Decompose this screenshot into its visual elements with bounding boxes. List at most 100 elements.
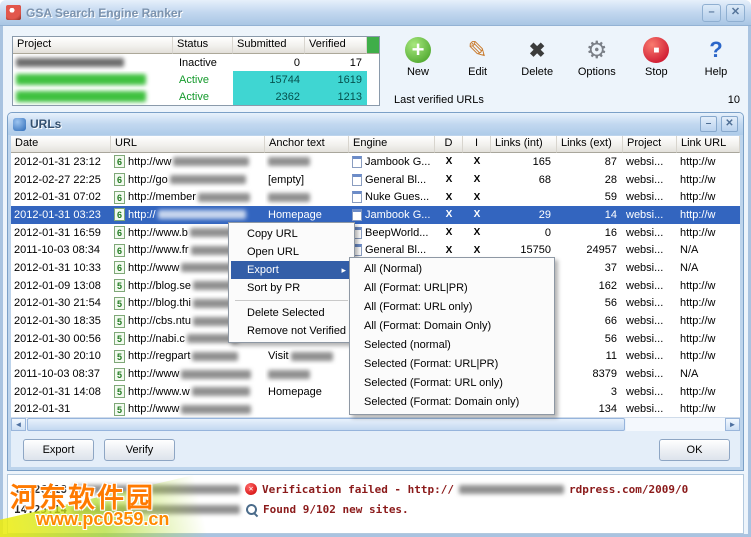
- links-internal: 29: [538, 208, 551, 221]
- url-date: 2012-01-31 07:02: [14, 191, 101, 204]
- options-button[interactable]: ⚙ Options: [573, 37, 621, 79]
- project-column-header-status[interactable]: Status: [173, 37, 233, 54]
- submenu-item-selected-format-domain-only[interactable]: Selected (Format: Domain only): [352, 393, 552, 412]
- engine-icon: [352, 208, 362, 221]
- delete-button[interactable]: ✖ Delete: [513, 37, 561, 79]
- column-header-engine[interactable]: Engine: [349, 136, 435, 153]
- submenu-item-selected-format-url-only[interactable]: Selected (Format: URL only): [352, 374, 552, 393]
- column-header-d[interactable]: D: [435, 136, 463, 153]
- row-project-name: websi...: [626, 368, 664, 381]
- project-row[interactable]: Active 15744 1619: [13, 71, 379, 88]
- url-date: 2012-01-31 10:33: [14, 261, 101, 274]
- submenu-item-all-format-url-only[interactable]: All (Format: URL only): [352, 298, 552, 317]
- submenu-item-selected-format-url-pr[interactable]: Selected (Format: URL|PR): [352, 355, 552, 374]
- pagerank-badge: 6: [114, 173, 125, 187]
- project-column-header-submitted[interactable]: Submitted: [233, 37, 305, 54]
- minimize-button[interactable]: –: [702, 3, 721, 22]
- engine-icon: [352, 155, 362, 168]
- column-header-links-int[interactable]: Links (int): [491, 136, 557, 153]
- url-text: http://go: [128, 173, 168, 186]
- edit-button[interactable]: ✎ Edit: [454, 37, 502, 79]
- export-button[interactable]: Export: [23, 439, 94, 461]
- column-header-project[interactable]: Project: [623, 136, 677, 153]
- ok-button[interactable]: OK: [659, 439, 730, 461]
- dofollow-flag: X: [445, 227, 453, 239]
- url-date: 2012-01-31 16:59: [14, 226, 101, 239]
- links-external: 56: [604, 297, 617, 310]
- menu-item-remove-not-verified[interactable]: Remove not Verified: [231, 322, 352, 340]
- url-value: 6 http://ww: [111, 153, 265, 171]
- urls-close-button[interactable]: ✕: [721, 116, 738, 132]
- row-project-name: websi...: [626, 173, 664, 186]
- links-external: 16: [604, 226, 617, 239]
- menu-item-open-url[interactable]: Open URL: [231, 243, 352, 261]
- column-header-url[interactable]: URL: [111, 136, 265, 153]
- scrollbar-track[interactable]: [626, 418, 725, 431]
- toolbar-button-label: Help: [704, 66, 728, 78]
- project-column-header-project[interactable]: Project: [13, 37, 173, 54]
- log-message: Found 9/102 new sites.: [262, 502, 409, 516]
- menu-item-copy-url[interactable]: Copy URL: [231, 225, 352, 243]
- stop-button[interactable]: ■ Stop: [632, 37, 680, 78]
- submenu-item-selected-normal[interactable]: Selected (normal): [352, 336, 552, 355]
- project-column-header-verified[interactable]: Verified: [305, 37, 367, 54]
- url-row[interactable]: 2012-01-31 07:02 6 http://member Nuke Gues.…: [11, 188, 740, 206]
- anchor-text: [265, 188, 349, 206]
- row-link-url: http://w: [680, 403, 716, 416]
- redacted-project-name: [16, 91, 146, 102]
- toolbar-button-label: New: [406, 66, 429, 78]
- row-link-url: http://w: [680, 385, 716, 398]
- row-project-name: websi...: [626, 315, 664, 328]
- scroll-left-button[interactable]: ◄: [11, 418, 26, 431]
- row-link-url: N/A: [680, 368, 699, 381]
- pagerank-badge: 6: [114, 208, 125, 222]
- url-row[interactable]: 2012-01-31 03:23 6 http:// Homepage Jambook …: [11, 206, 740, 224]
- url-row[interactable]: 2012-01-31 23:12 6 http://ww Jambook G... X X…: [11, 153, 740, 171]
- column-header-link-url[interactable]: Link URL: [677, 136, 740, 153]
- submenu-item-all-normal[interactable]: All (Normal): [352, 260, 552, 279]
- redacted-url: [157, 210, 246, 220]
- main-titlebar[interactable]: GSA Search Engine Ranker – ✕: [0, 0, 751, 26]
- project-submitted: 2362: [233, 88, 305, 105]
- scrollbar-thumb[interactable]: [27, 418, 625, 431]
- url-date: 2012-01-30 20:10: [14, 350, 101, 363]
- verify-button[interactable]: Verify: [104, 439, 175, 461]
- project-row[interactable]: Inactive 0 17: [13, 54, 379, 71]
- row-link-url: http://w: [680, 173, 716, 186]
- column-header-i[interactable]: I: [463, 136, 491, 153]
- links-external: 24957: [586, 244, 617, 257]
- export-submenu: All (Normal) All (Format: URL|PR) All (For…: [349, 257, 555, 415]
- menu-item-label: Delete Selected: [247, 307, 325, 319]
- search-icon: [245, 503, 258, 516]
- horizontal-scrollbar[interactable]: ◄ ►: [11, 417, 740, 431]
- url-text: http://www.w: [128, 385, 190, 398]
- url-row[interactable]: 2012-02-27 22:25 6 http://go [empty] General…: [11, 171, 740, 189]
- new-button[interactable]: + New: [394, 37, 442, 78]
- urls-minimize-button[interactable]: –: [700, 116, 717, 132]
- submenu-item-all-format-domain-only[interactable]: All (Format: Domain Only): [352, 317, 552, 336]
- log-message: Verification failed - http://: [261, 482, 455, 496]
- urls-titlebar[interactable]: URLs – ✕: [8, 113, 743, 135]
- indexed-flag: X: [473, 227, 481, 239]
- url-row[interactable]: 2012-01-31 16:59 6 http://www.b BeepWorld..…: [11, 224, 740, 242]
- column-header-anchor-text[interactable]: Anchor text: [265, 136, 349, 153]
- help-button[interactable]: ? Help: [692, 37, 740, 78]
- submenu-item-all-format-url-pr[interactable]: All (Format: URL|PR): [352, 279, 552, 298]
- project-row[interactable]: Active 2362 1213: [13, 88, 379, 105]
- anchor-text: [265, 401, 349, 417]
- url-text: http://blog.se: [128, 279, 191, 292]
- url-text: http://: [128, 208, 156, 221]
- column-header-date[interactable]: Date: [11, 136, 111, 153]
- engine-label: General Bl...: [365, 173, 427, 186]
- redacted-log-url: [459, 484, 565, 494]
- close-button[interactable]: ✕: [726, 3, 745, 22]
- menu-item-export[interactable]: Export ▸: [231, 261, 352, 279]
- column-header-links-ext[interactable]: Links (ext): [557, 136, 623, 153]
- menu-item-sort-by-pr[interactable]: Sort by PR: [231, 279, 352, 297]
- redacted-log-project: [71, 504, 240, 514]
- row-link-url: http://w: [680, 155, 716, 168]
- menu-item-delete-selected[interactable]: Delete Selected: [231, 304, 352, 322]
- submenu-arrow-icon: ▸: [341, 265, 346, 275]
- row-link-url: http://w: [680, 315, 716, 328]
- scroll-right-button[interactable]: ►: [725, 418, 740, 431]
